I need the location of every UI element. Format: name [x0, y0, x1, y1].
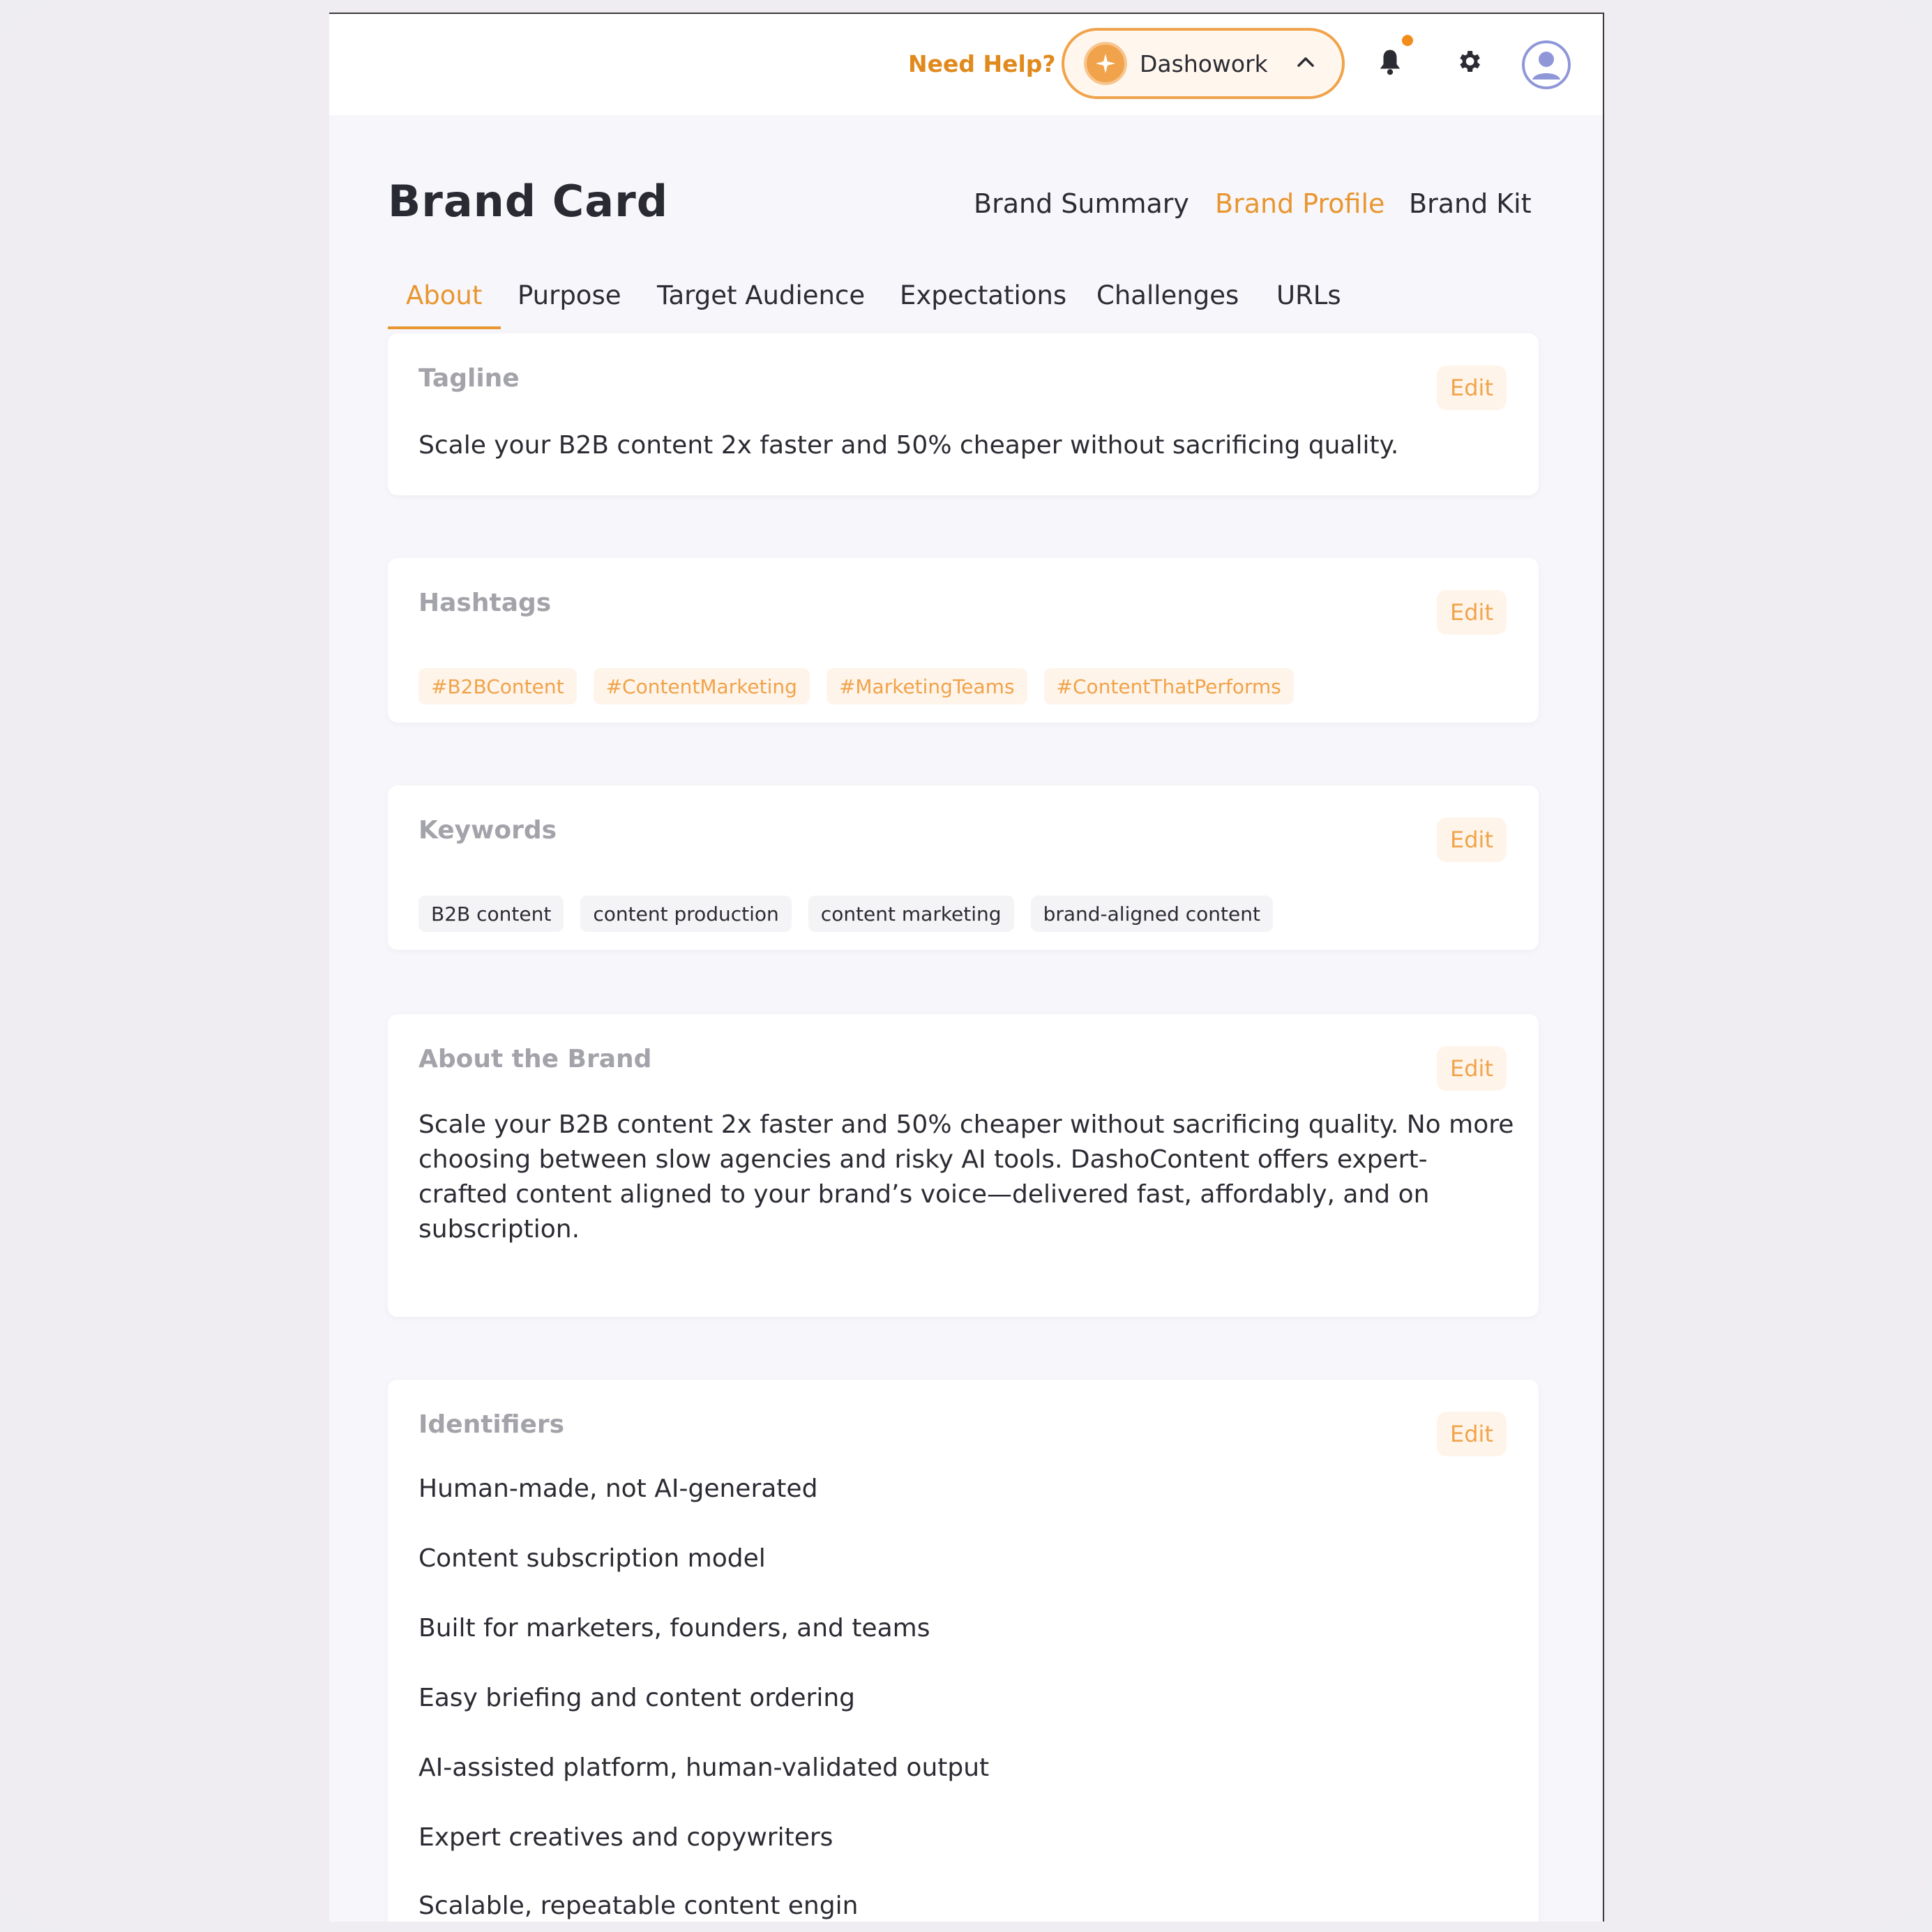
edit-hashtags-button[interactable]: Edit	[1437, 590, 1507, 635]
workspace-switcher[interactable]: Dashowork	[1062, 28, 1345, 99]
need-help-link[interactable]: Need Help?	[908, 50, 1056, 77]
edit-identifiers-button[interactable]: Edit	[1437, 1412, 1507, 1456]
edit-about-button[interactable]: Edit	[1437, 1046, 1507, 1091]
identifier-item: Scalable, repeatable content engin	[418, 1892, 859, 1920]
hashtags-card: Hashtags Edit #B2BContent #ContentMarket…	[388, 558, 1539, 723]
identifier-item: Human-made, not AI-generated	[418, 1474, 818, 1503]
card-title: Identifiers	[418, 1410, 565, 1439]
identifier-item: AI-assisted platform, human-validated ou…	[418, 1753, 990, 1782]
tagline-card: Tagline Edit Scale your B2B content 2x f…	[388, 333, 1539, 495]
tab-about[interactable]: About	[406, 280, 482, 310]
app-window: Need Help? Dashowork Brand Card Brand Su…	[329, 13, 1604, 1922]
workspace-logo-icon	[1084, 42, 1127, 85]
screen-frame: Need Help? Dashowork Brand Card Brand Su…	[0, 0, 1932, 1932]
hashtag-chip: #ContentMarketing	[593, 668, 810, 704]
hashtag-chip: #ContentThatPerforms	[1043, 668, 1294, 704]
about-brand-card: About the Brand Edit Scale your B2B cont…	[388, 1014, 1539, 1317]
tagline-text: Scale your B2B content 2x faster and 50%…	[418, 431, 1399, 460]
keyword-chip: brand-aligned content	[1030, 896, 1273, 932]
keyword-list: B2B content content production content m…	[418, 896, 1273, 932]
keywords-card: Keywords Edit B2B content content produc…	[388, 785, 1539, 950]
tab-expectations[interactable]: Expectations	[900, 280, 1066, 310]
card-title: About the Brand	[418, 1045, 652, 1073]
identifier-item: Built for marketers, founders, and teams	[418, 1614, 930, 1643]
card-title: Hashtags	[418, 589, 552, 617]
nav-brand-summary[interactable]: Brand Summary	[974, 188, 1189, 219]
hashtag-chip: #MarketingTeams	[826, 668, 1027, 704]
hashtag-chip: #B2BContent	[418, 668, 577, 704]
keyword-chip: content production	[580, 896, 792, 932]
about-brand-text: Scale your B2B content 2x faster and 50%…	[418, 1108, 1514, 1247]
tab-purpose[interactable]: Purpose	[518, 280, 621, 310]
identifier-item: Easy briefing and content ordering	[418, 1684, 856, 1712]
tab-target-audience[interactable]: Target Audience	[657, 280, 865, 310]
notification-dot	[1402, 35, 1413, 46]
about-line: crafted content aligned to your brand’s …	[418, 1180, 1430, 1209]
edit-tagline-button[interactable]: Edit	[1437, 365, 1507, 410]
about-line: choosing between slow agencies and risky…	[418, 1145, 1428, 1174]
user-avatar[interactable]	[1522, 40, 1571, 89]
top-bar: Need Help? Dashowork	[329, 14, 1603, 115]
active-tab-indicator	[388, 326, 501, 329]
chevron-up-icon	[1296, 55, 1315, 72]
workspace-name: Dashowork	[1140, 50, 1268, 77]
gear-icon[interactable]	[1455, 47, 1483, 78]
page-title: Brand Card	[388, 176, 669, 227]
tab-challenges[interactable]: Challenges	[1096, 280, 1239, 310]
nav-brand-profile[interactable]: Brand Profile	[1215, 188, 1384, 219]
keyword-chip: content marketing	[808, 896, 1014, 932]
nav-brand-kit[interactable]: Brand Kit	[1409, 188, 1532, 219]
about-line: subscription.	[418, 1215, 580, 1244]
tab-urls[interactable]: URLs	[1276, 280, 1341, 310]
bell-icon[interactable]	[1377, 47, 1403, 80]
keyword-chip: B2B content	[418, 896, 564, 932]
card-title: Tagline	[418, 364, 520, 393]
about-line: Scale your B2B content 2x faster and 50%…	[418, 1110, 1514, 1139]
identifier-item: Expert creatives and copywriters	[418, 1823, 833, 1852]
edit-keywords-button[interactable]: Edit	[1437, 817, 1507, 862]
card-title: Keywords	[418, 816, 557, 845]
identifiers-card: Identifiers Edit Human-made, not AI-gene…	[388, 1380, 1539, 1922]
hashtag-list: #B2BContent #ContentMarketing #Marketing…	[418, 668, 1294, 704]
identifier-item: Content subscription model	[418, 1544, 766, 1573]
